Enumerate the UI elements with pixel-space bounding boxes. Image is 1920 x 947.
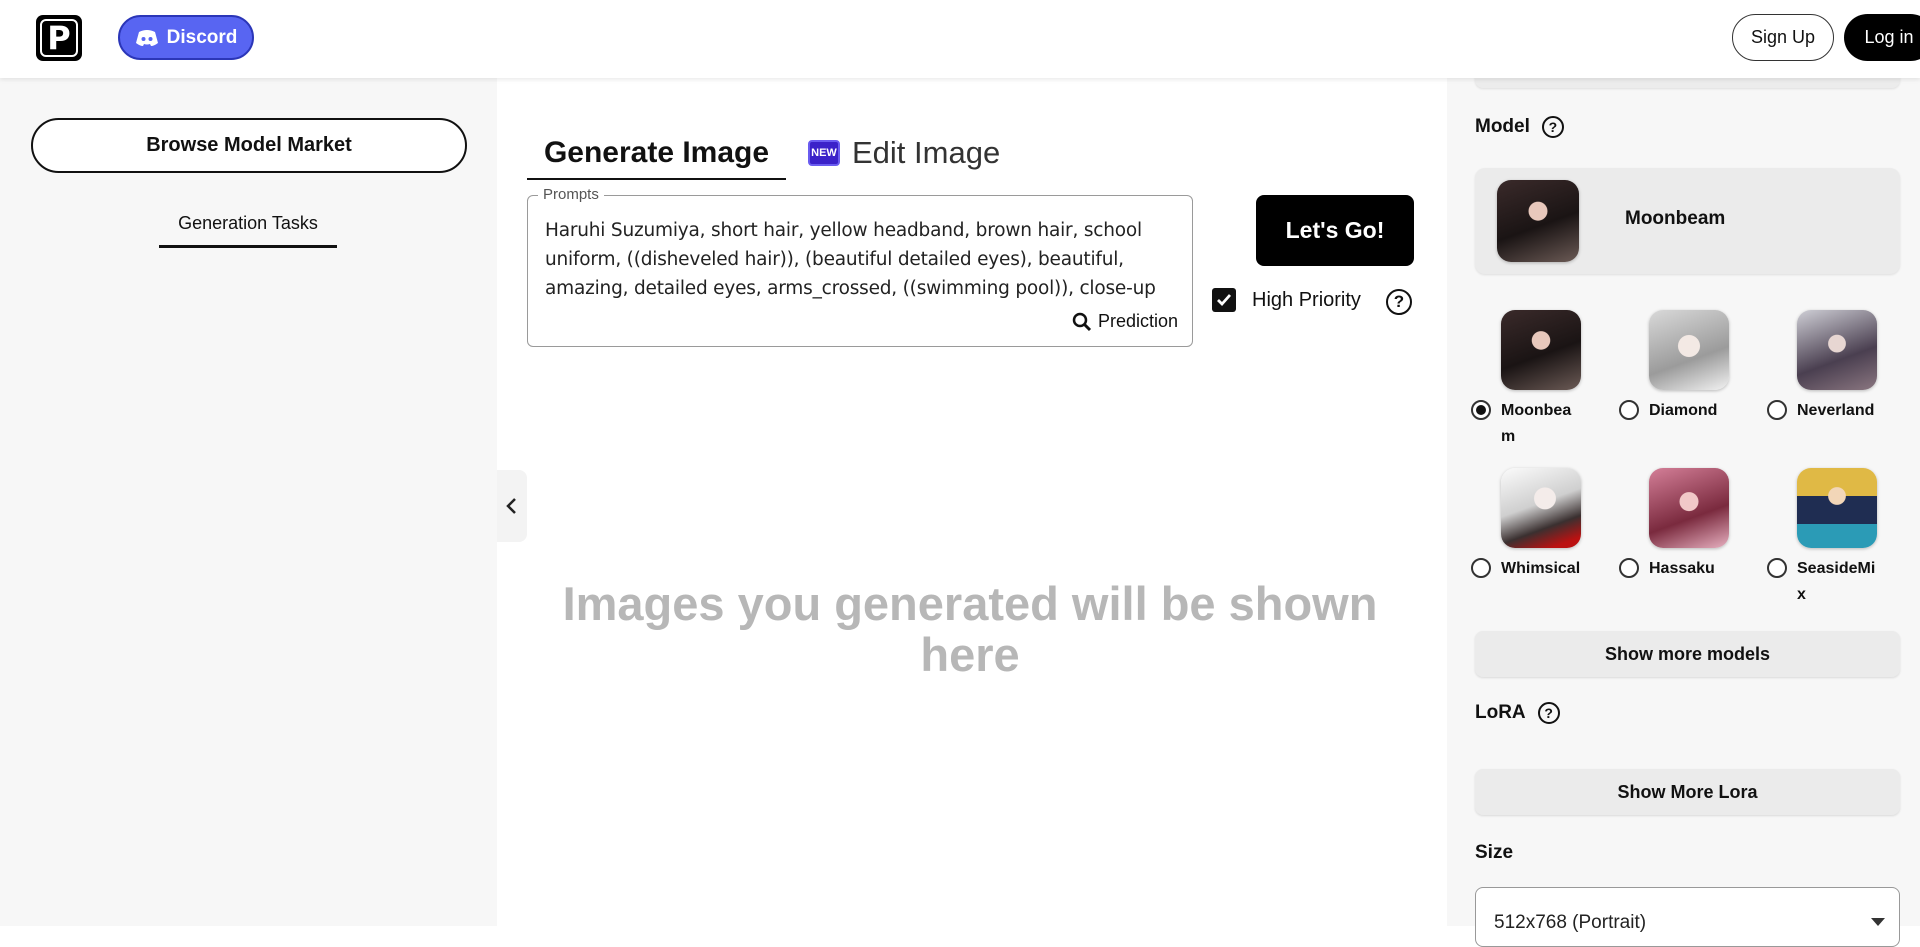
high-priority-option[interactable]: High Priority — [1212, 288, 1361, 312]
right-settings-panel: Model ? Moonbeam Moonbeam Diamond Neverl… — [1447, 74, 1920, 947]
caret-down-icon — [1871, 918, 1885, 926]
lora-section-label: LoRA ? — [1475, 702, 1560, 724]
show-more-models-button[interactable]: Show more models — [1475, 631, 1900, 677]
size-value: 512x768 (Portrait) — [1494, 912, 1647, 933]
model-radio[interactable] — [1767, 558, 1787, 578]
model-section-label: Model ? — [1475, 116, 1564, 138]
help-icon[interactable]: ? — [1537, 702, 1560, 724]
model-radio[interactable] — [1767, 400, 1787, 420]
model-radio[interactable] — [1619, 400, 1639, 420]
discord-button[interactable]: Discord — [118, 15, 254, 60]
logo-frame — [40, 19, 78, 57]
show-more-lora-button[interactable]: Show More Lora — [1475, 769, 1900, 815]
discord-icon — [135, 29, 158, 46]
selected-model-name: Moonbeam — [1625, 208, 1726, 229]
model-option-label: Whimsical — [1501, 560, 1581, 577]
model-option-label: Hassaku — [1649, 560, 1715, 577]
model-thumbnail — [1649, 310, 1729, 390]
model-radio[interactable] — [1471, 558, 1491, 578]
high-priority-checkbox[interactable] — [1212, 288, 1236, 312]
prediction-button[interactable]: Prediction — [1072, 311, 1178, 332]
size-label: Size — [1475, 842, 1514, 863]
model-option-label: SeasideMix — [1797, 560, 1876, 603]
selected-model-card[interactable]: Moonbeam — [1475, 168, 1900, 274]
chevron-left-icon — [506, 498, 516, 514]
discord-label: Discord — [166, 26, 238, 48]
size-section-label: Size — [1475, 842, 1513, 864]
model-thumbnail — [1501, 310, 1581, 390]
log-in-button[interactable]: Log in — [1844, 14, 1920, 61]
checkmark-icon — [1217, 294, 1232, 307]
tab-edit-image[interactable]: NEW Edit Image — [808, 126, 1000, 180]
model-thumbnail — [1797, 468, 1877, 548]
prompt-legend: Prompts — [538, 186, 604, 203]
sign-up-button[interactable]: Sign Up — [1732, 14, 1834, 61]
browse-model-market-button[interactable]: Browse Model Market — [31, 118, 467, 173]
logo[interactable]: P — [36, 15, 82, 61]
prompt-textarea[interactable]: Prompts Haruhi Suzumiya, short hair, yel… — [527, 186, 1193, 347]
model-thumbnail — [1649, 468, 1729, 548]
help-icon[interactable]: ? — [1541, 116, 1564, 138]
top-header: P Discord Sign Up Log in — [0, 0, 1920, 78]
model-thumbnail — [1501, 468, 1581, 548]
help-icon[interactable]: ? — [1386, 289, 1412, 315]
new-badge: NEW — [808, 140, 840, 166]
collapse-sidebar-button[interactable] — [497, 470, 527, 542]
lora-label: LoRA — [1475, 702, 1526, 723]
left-sidebar: Browse Model Market Generation Tasks — [0, 78, 497, 926]
size-select[interactable]: 512x768 (Portrait) — [1475, 887, 1900, 947]
model-radio[interactable] — [1471, 400, 1491, 420]
tab-generate-image[interactable]: Generate Image — [527, 126, 786, 180]
model-radio[interactable] — [1619, 558, 1639, 578]
prediction-label: Prediction — [1097, 311, 1178, 331]
model-option-label: Diamond — [1649, 402, 1718, 419]
model-thumbnail — [1497, 180, 1579, 262]
model-option-label: Neverland — [1797, 402, 1875, 419]
tab-edit-image-label: Edit Image — [852, 135, 1001, 170]
model-option-label: Moonbeam — [1501, 402, 1572, 445]
search-icon — [1072, 312, 1092, 331]
lets-go-button[interactable]: Let's Go! — [1256, 195, 1414, 266]
prompt-text[interactable]: Haruhi Suzumiya, short hair, yellow head… — [545, 216, 1175, 303]
model-thumbnail — [1797, 310, 1877, 390]
model-label: Model — [1475, 116, 1530, 137]
high-priority-label: High Priority — [1252, 288, 1361, 311]
results-placeholder: Images you generated will be shown here — [562, 577, 1378, 681]
tab-generation-tasks[interactable]: Generation Tasks — [159, 208, 337, 248]
